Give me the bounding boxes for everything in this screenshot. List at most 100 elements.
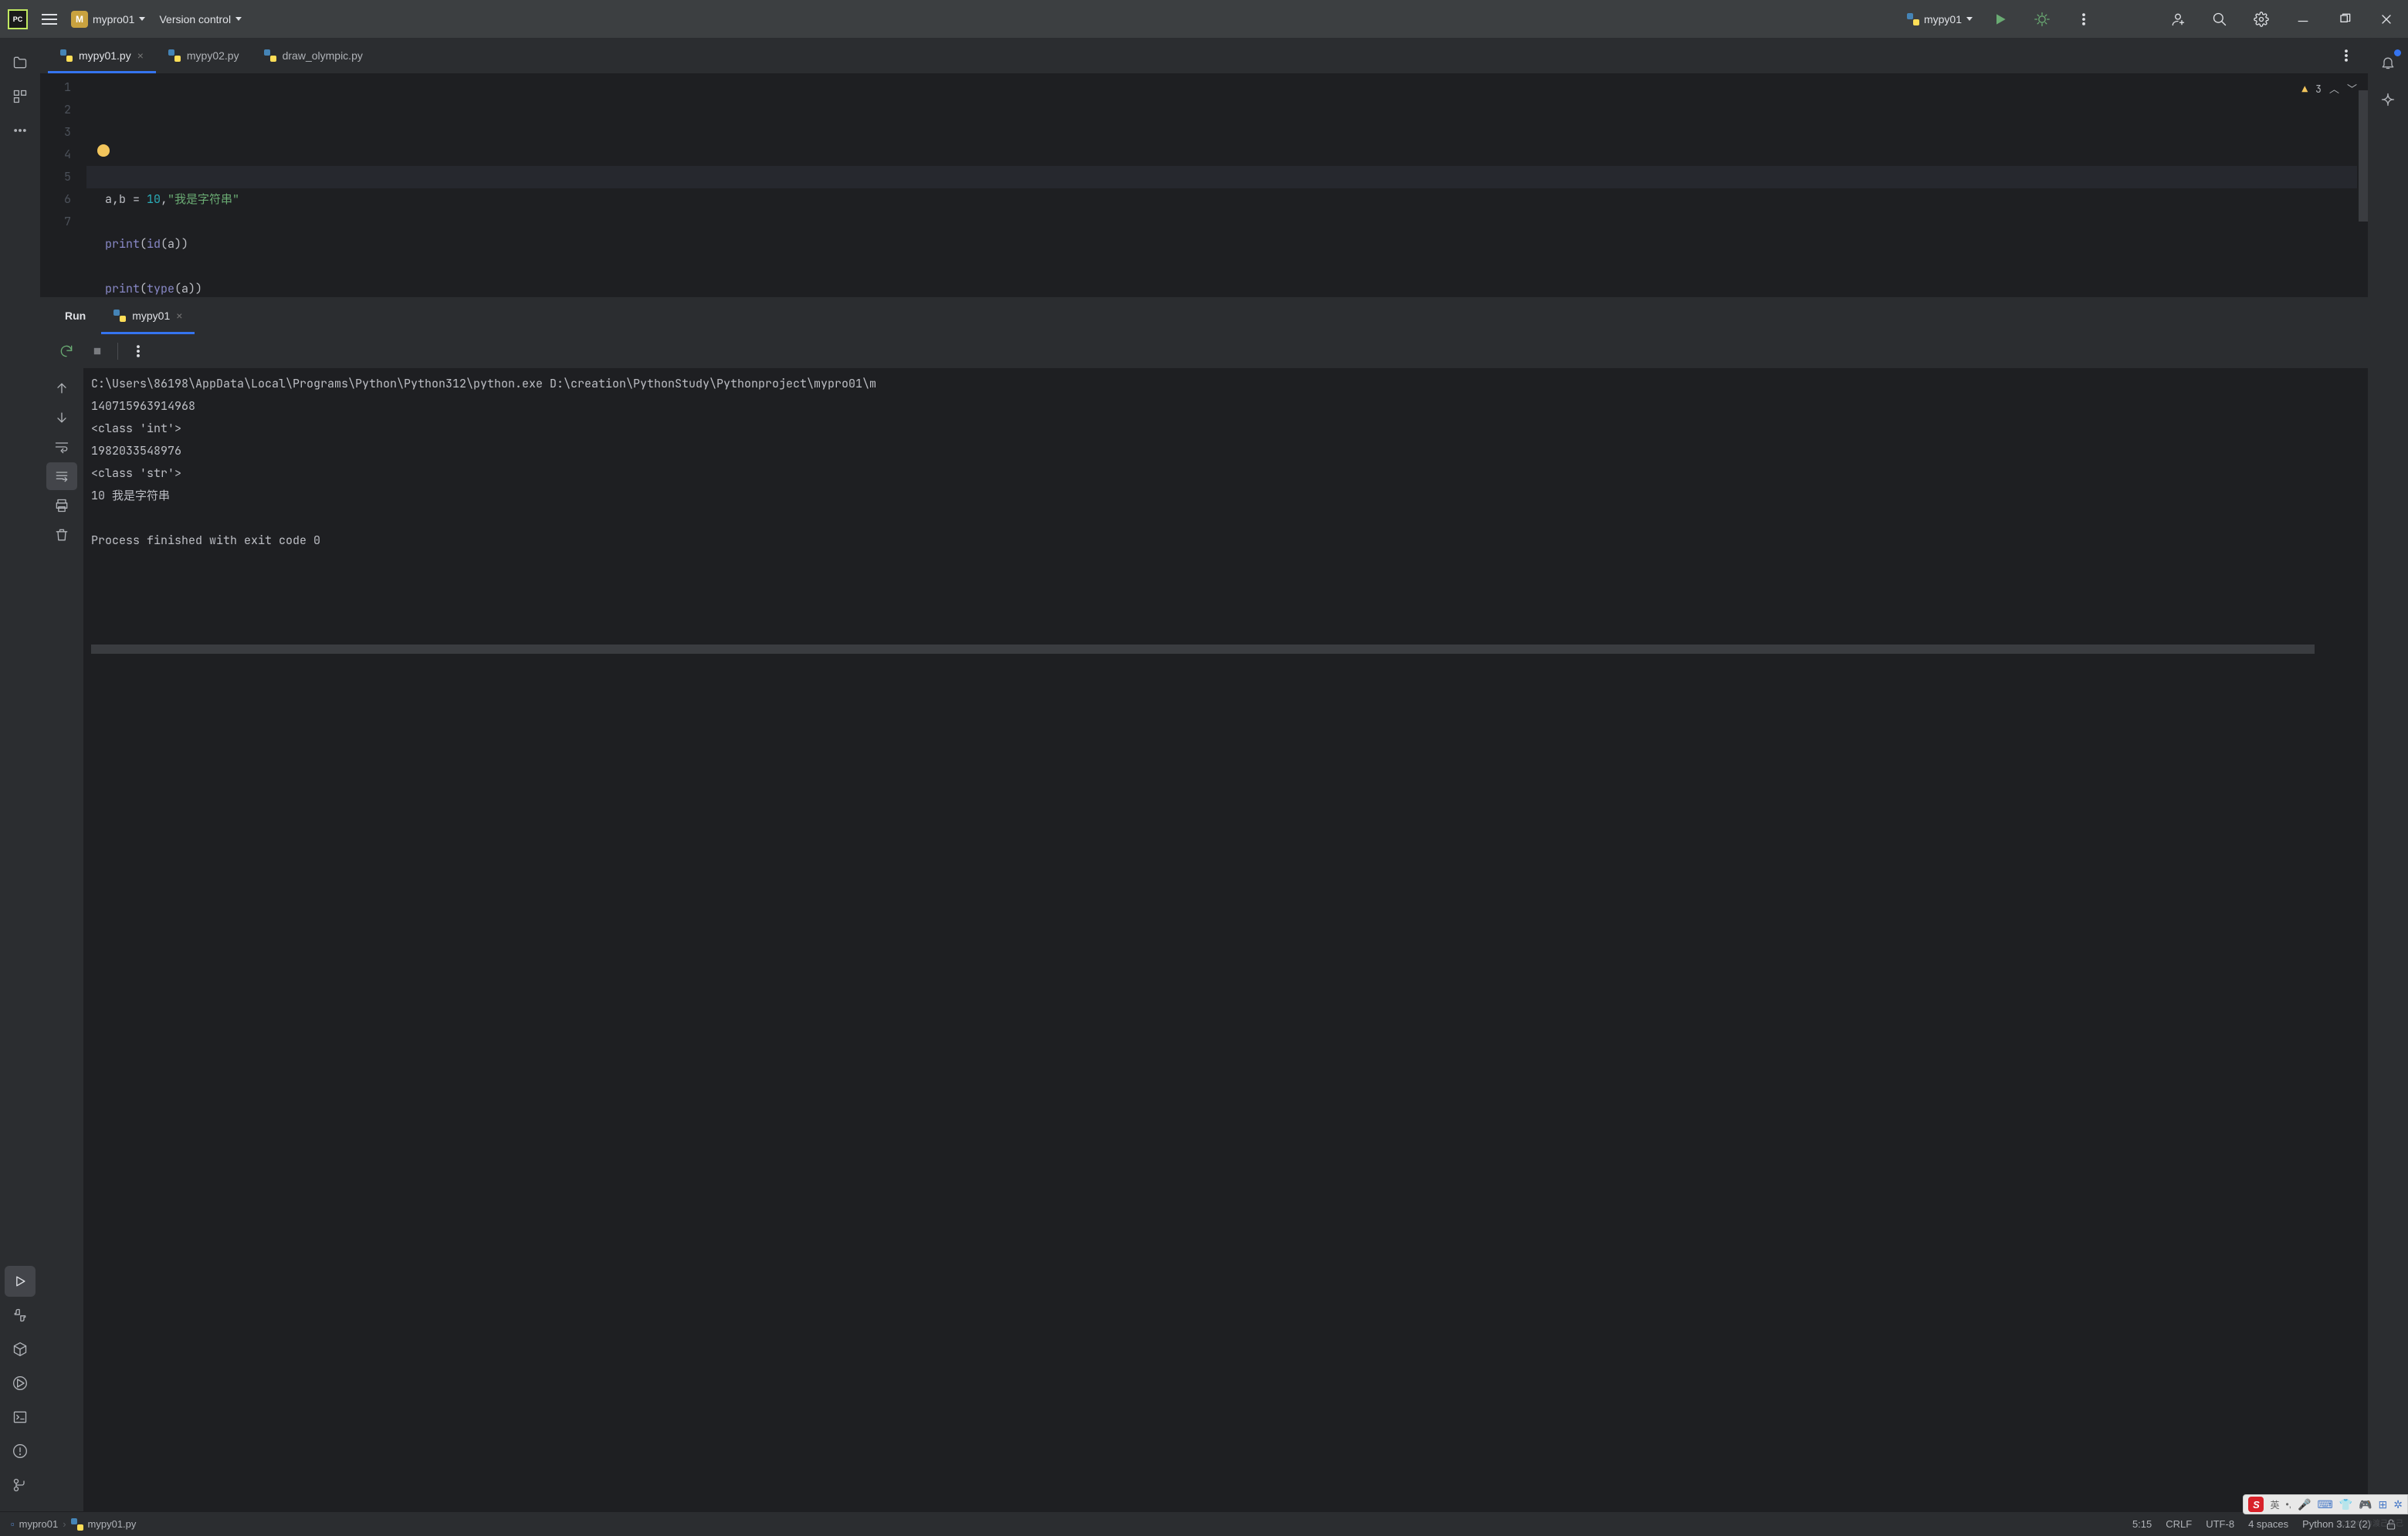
console-text: C:\Users\86198\AppData\Local\Programs\Py… (91, 376, 876, 548)
run-side-toolbar (40, 368, 83, 1511)
project-tool-button[interactable] (5, 47, 36, 78)
console-hscrollbar[interactable] (91, 645, 2315, 654)
breadcrumb[interactable]: ▫ mypro01 › mypy01.py (11, 1518, 136, 1531)
python-icon (1907, 13, 1919, 25)
run-config-selector[interactable]: mypy01 (1907, 13, 1973, 25)
divider (117, 343, 118, 360)
warning-icon: ▲ (2301, 78, 2308, 100)
clear-all-button[interactable] (46, 521, 77, 549)
tab-mypy01[interactable]: mypy01.py × (48, 38, 156, 73)
search-button[interactable] (2206, 5, 2234, 33)
next-highlight-button[interactable]: ﹀ (2347, 78, 2357, 100)
terminal-tool-button[interactable] (5, 1402, 36, 1433)
editor-inspections[interactable]: ▲ 3 ︿ ﹀ (2301, 78, 2357, 100)
vcs-menu[interactable]: Version control (159, 13, 242, 25)
close-icon[interactable]: × (176, 310, 182, 322)
ime-toolbox-icon[interactable]: ⊞ (2379, 1498, 2388, 1511)
close-icon[interactable]: × (137, 49, 144, 62)
intention-bulb-icon[interactable] (97, 144, 110, 157)
main-menu-button[interactable] (42, 14, 57, 25)
run-toolbar (40, 334, 2368, 368)
restore-button[interactable] (2331, 5, 2359, 33)
encoding[interactable]: UTF-8 (2206, 1518, 2234, 1530)
ai-assistant-button[interactable] (2372, 84, 2403, 115)
rerun-button[interactable] (52, 337, 80, 365)
minimize-button[interactable] (2289, 5, 2317, 33)
python-icon (264, 49, 276, 62)
editor-gutter: 1 2 3 4 5 6 7 (40, 73, 86, 297)
console-output[interactable]: C:\Users\86198\AppData\Local\Programs\Py… (83, 368, 2368, 1511)
python-icon (168, 49, 181, 62)
run-title: Run (52, 297, 101, 334)
ime-game-icon[interactable]: 🎮 (2359, 1498, 2372, 1511)
left-tool-rail (0, 38, 40, 1511)
scroll-to-end-button[interactable] (46, 462, 77, 490)
run-button[interactable] (1986, 5, 2014, 33)
indent-settings[interactable]: 4 spaces (2248, 1518, 2288, 1530)
tab-mypy02[interactable]: mypy02.py (156, 38, 252, 73)
prev-highlight-button[interactable]: ︿ (2329, 78, 2339, 100)
warning-count: 3 (2315, 78, 2322, 100)
watermark: CSDN @渡己自己 (2341, 1517, 2403, 1528)
up-stack-button[interactable] (46, 374, 77, 402)
breadcrumb-module: mypro01 (19, 1518, 59, 1530)
stop-button[interactable] (83, 337, 111, 365)
run-tool-button[interactable] (5, 1266, 36, 1297)
ime-settings-icon[interactable]: ✲ (2393, 1498, 2403, 1511)
code-with-me-button[interactable] (2164, 5, 2192, 33)
run-tabs: Run mypy01 × (40, 297, 2368, 334)
run-more-button[interactable] (124, 337, 152, 365)
vcs-label: Version control (159, 13, 231, 25)
ime-lang[interactable]: 英 (2270, 1498, 2279, 1511)
tab-label: mypy02.py (187, 49, 239, 62)
chevron-down-icon (235, 17, 242, 21)
tab-label: draw_olympic.py (283, 49, 363, 62)
close-window-button[interactable] (2372, 5, 2400, 33)
structure-tool-button[interactable] (5, 81, 36, 112)
project-selector[interactable]: M mypro01 (71, 11, 145, 28)
ime-punct-icon[interactable]: •, (2285, 1499, 2291, 1510)
editor-tabs: mypy01.py × mypy02.py draw_olympic.py (40, 38, 2368, 73)
more-tool-button[interactable] (5, 115, 36, 146)
packages-tool-button[interactable] (5, 1334, 36, 1365)
ime-keyboard-icon[interactable]: ⌨ (2317, 1498, 2332, 1511)
code-area[interactable]: a,b = 10,"我是字符串" print(id(a)) print(type… (86, 73, 2368, 297)
project-name: mypro01 (93, 13, 134, 25)
ime-skin-icon[interactable]: 👕 (2339, 1498, 2352, 1511)
git-tool-button[interactable] (5, 1470, 36, 1500)
notifications-button[interactable] (2372, 47, 2403, 78)
problems-tool-button[interactable] (5, 1436, 36, 1467)
cursor-position[interactable]: 5:15 (2132, 1518, 2152, 1530)
main-area: mypy01.py × mypy02.py draw_olympic.py 1 … (40, 38, 2368, 1511)
run-tool-window: Run mypy01 × (40, 297, 2368, 1511)
app-logo: PC (8, 9, 28, 29)
breadcrumb-file: mypy01.py (88, 1518, 137, 1530)
down-stack-button[interactable] (46, 404, 77, 431)
line-separator[interactable]: CRLF (2166, 1518, 2192, 1530)
notification-dot-icon (2394, 49, 2401, 56)
titlebar: PC M mypro01 Version control mypy01 (0, 0, 2408, 38)
soft-wrap-button[interactable] (46, 433, 77, 461)
services-tool-button[interactable] (5, 1368, 36, 1399)
print-button[interactable] (46, 492, 77, 519)
chevron-down-icon (1966, 17, 1973, 21)
settings-button[interactable] (2247, 5, 2275, 33)
debug-button[interactable] (2028, 5, 2056, 33)
python-icon (113, 310, 126, 322)
python-console-button[interactable] (5, 1300, 36, 1331)
tab-label: mypy01.py (79, 49, 131, 62)
tabs-more-button[interactable] (2325, 38, 2368, 73)
python-icon (71, 1518, 83, 1531)
ime-toolbar[interactable]: S 英 •, 🎤 ⌨ 👕 🎮 ⊞ ✲ (2243, 1494, 2408, 1514)
run-config-tab[interactable]: mypy01 × (101, 297, 195, 334)
status-bar: ▫ mypro01 › mypy01.py 5:15 CRLF UTF-8 4 … (0, 1511, 2408, 1536)
sogou-logo-icon: S (2248, 1497, 2264, 1512)
chevron-down-icon (139, 17, 145, 21)
right-tool-rail (2368, 38, 2408, 1511)
project-badge: M (71, 11, 88, 28)
more-actions-button[interactable] (2070, 5, 2098, 33)
ime-mic-icon[interactable]: 🎤 (2298, 1498, 2311, 1511)
code-editor[interactable]: 1 2 3 4 5 6 7 a,b = 10,"我是字符串" print(id(… (40, 73, 2368, 297)
tab-draw-olympic[interactable]: draw_olympic.py (252, 38, 375, 73)
python-icon (60, 49, 73, 62)
